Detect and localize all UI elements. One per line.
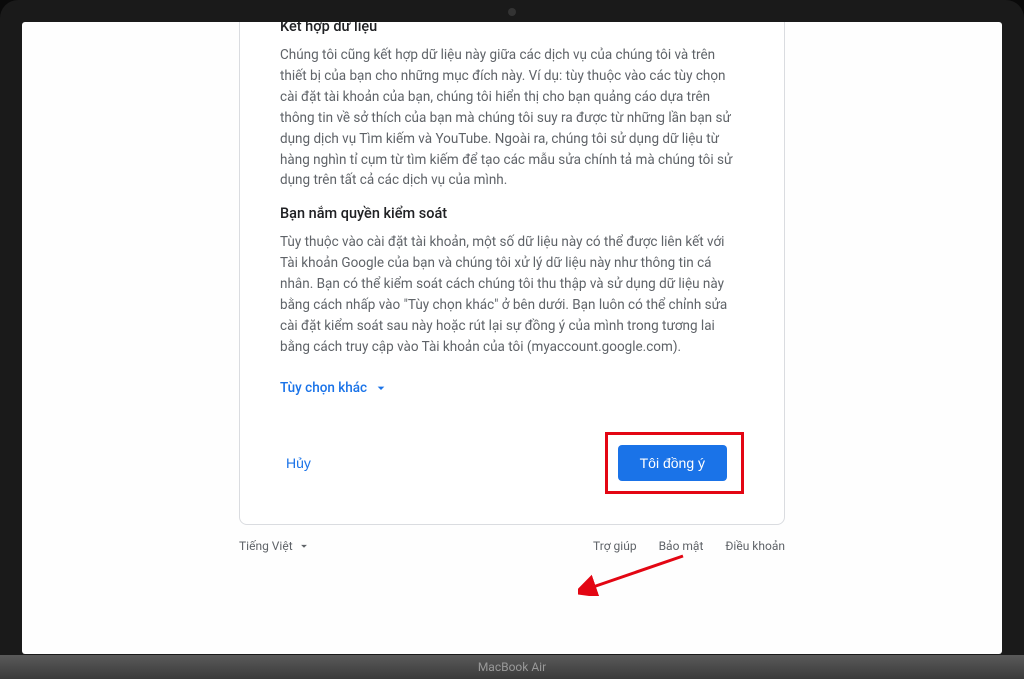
consent-card: lường cụ thể này. Kết hợp dữ liệu Chúng … (239, 22, 785, 525)
chevron-down-icon (373, 380, 389, 396)
laptop-base-label: MacBook Air (0, 655, 1024, 679)
paragraph-you-control: Tùy thuộc vào cài đặt tài khoản, một số … (280, 232, 744, 358)
caret-down-icon (297, 539, 311, 553)
paragraph-combine-data: Chúng tôi cũng kết hợp dữ liệu này giữa … (280, 45, 744, 191)
button-row: Hủy Tôi đồng ý (280, 432, 744, 494)
terms-link[interactable]: Điều khoản (725, 539, 785, 553)
more-options-toggle[interactable]: Tùy chọn khác (280, 380, 389, 396)
camera-icon (508, 8, 516, 16)
footer-links: Trợ giúp Bảo mật Điều khoản (593, 539, 785, 553)
language-label: Tiếng Việt (239, 539, 293, 553)
footer: Tiếng Việt Trợ giúp Bảo mật Điều khoản (239, 539, 785, 553)
agree-button[interactable]: Tôi đồng ý (618, 445, 727, 481)
cancel-button[interactable]: Hủy (280, 445, 317, 481)
language-selector[interactable]: Tiếng Việt (239, 539, 311, 553)
screen: lường cụ thể này. Kết hợp dữ liệu Chúng … (22, 22, 1002, 654)
more-options-label: Tùy chọn khác (280, 380, 367, 396)
heading-combine-data: Kết hợp dữ liệu (280, 22, 744, 35)
heading-you-control: Bạn nắm quyền kiểm soát (280, 205, 744, 222)
content-wrapper: lường cụ thể này. Kết hợp dữ liệu Chúng … (22, 22, 1002, 654)
help-link[interactable]: Trợ giúp (593, 539, 637, 553)
laptop-frame: lường cụ thể này. Kết hợp dữ liệu Chúng … (0, 0, 1024, 679)
privacy-link[interactable]: Bảo mật (659, 539, 704, 553)
annotation-highlight-box: Tôi đồng ý (605, 432, 744, 494)
